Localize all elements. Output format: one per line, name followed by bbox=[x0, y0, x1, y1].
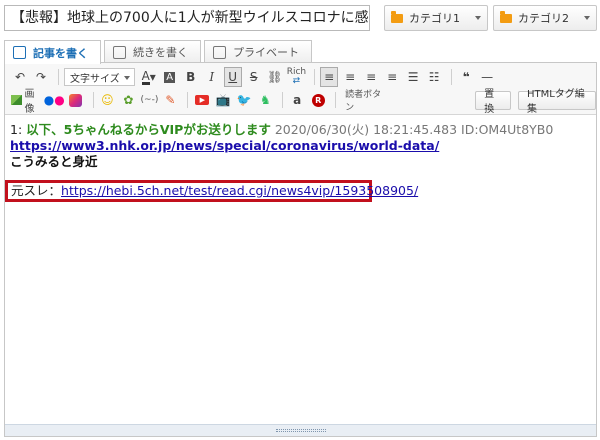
post-text: こうみると身近 bbox=[10, 154, 98, 169]
tab-write-article[interactable]: 記事を書く bbox=[4, 40, 101, 64]
chevron-down-icon bbox=[475, 16, 481, 20]
category2-select[interactable]: カテゴリ2 bbox=[493, 5, 597, 31]
evernote-icon[interactable]: ♞ bbox=[256, 90, 274, 110]
source-thread-link[interactable]: https://hebi.5ch.net/test/read.cgi/news4… bbox=[61, 183, 418, 199]
instagram-icon[interactable] bbox=[67, 90, 85, 110]
tab-private-label: プライベート bbox=[233, 46, 299, 59]
post-author-name: 以下、5ちゃんねるからVIPがお送りします bbox=[26, 122, 271, 137]
toolbar-divider bbox=[187, 92, 189, 108]
quote-icon[interactable]: ❝ bbox=[457, 67, 475, 87]
italic-icon[interactable]: I bbox=[203, 67, 221, 87]
align-left-icon[interactable]: ≡ bbox=[320, 67, 339, 87]
chevron-down-icon bbox=[584, 16, 590, 20]
post-number: 1: bbox=[10, 122, 23, 137]
image-label: 画像 bbox=[24, 89, 35, 115]
horizontal-rule-icon[interactable]: — bbox=[478, 67, 496, 87]
source-thread-box: 元スレ： https://hebi.5ch.net/test/read.cgi/… bbox=[5, 180, 418, 202]
title-input[interactable]: 【悲報】地球上の700人に1人が新型ウイルスコロナに感染 bbox=[4, 5, 370, 31]
image-icon bbox=[11, 95, 22, 105]
emoticon-icon[interactable]: (~-) bbox=[140, 90, 159, 110]
flickr-icon[interactable]: ● ● bbox=[44, 90, 65, 110]
align-right-icon[interactable]: ≡ bbox=[362, 67, 380, 87]
editor-toolbar: ↶ ↷ 文字サイズ A ▾ A B I U S ⛓ Rich ⇄ ≡ ≡ ≡ ≡ ☰… bbox=[5, 63, 597, 115]
folder-icon bbox=[500, 10, 512, 23]
rakuten-icon[interactable]: R bbox=[309, 90, 327, 110]
category1-select[interactable]: カテゴリ1 bbox=[384, 5, 488, 31]
twitter-icon[interactable]: 🐦 bbox=[235, 90, 253, 110]
bold-icon[interactable]: B bbox=[182, 67, 200, 87]
undo-icon[interactable]: ↶ bbox=[11, 67, 29, 87]
youtube-icon[interactable]: ▶ bbox=[193, 90, 211, 110]
toolbar-divider bbox=[282, 92, 284, 108]
editor-tabs: 記事を書く 続きを書く プライベート bbox=[4, 40, 315, 64]
category2-label: カテゴリ2 bbox=[518, 12, 569, 25]
category1-label: カテゴリ1 bbox=[409, 12, 460, 25]
post-link-line: https://www3.nhk.or.jp/news/special/coro… bbox=[10, 138, 591, 154]
text-color-icon[interactable]: A ▾ bbox=[140, 67, 158, 87]
folder-icon bbox=[391, 10, 403, 23]
bullet-list-icon[interactable]: ☰ bbox=[404, 67, 422, 87]
toolbar-divider bbox=[314, 69, 316, 85]
editor-content[interactable]: 1: 以下、5ちゃんねるからVIPがお送りします 2020/06/30(火) 1… bbox=[5, 116, 596, 424]
editor-frame: ↶ ↷ 文字サイズ A ▾ A B I U S ⛓ Rich ⇄ ≡ ≡ ≡ ≡ ☰… bbox=[4, 62, 597, 437]
toolbar-divider bbox=[92, 92, 94, 108]
draw-icon[interactable]: ✎ bbox=[161, 90, 179, 110]
align-justify-icon[interactable]: ≡ bbox=[383, 67, 401, 87]
pencil-icon bbox=[13, 46, 26, 59]
toolbar-row-2: 画像 ● ● ☺ ✿ (~-) ✎ ▶ 📺 🐦 ♞ a R 読者ボタン 置換 HT… bbox=[11, 89, 597, 115]
private-icon bbox=[213, 45, 226, 59]
toolbar-divider bbox=[58, 69, 59, 85]
sticker-icon[interactable]: ✿ bbox=[119, 90, 137, 110]
niconico-icon[interactable]: 📺 bbox=[214, 90, 232, 110]
edit-icon bbox=[113, 45, 126, 59]
grip-icon bbox=[275, 429, 326, 432]
link-icon[interactable]: ⛓ bbox=[266, 67, 284, 87]
align-center-icon[interactable]: ≡ bbox=[341, 67, 359, 87]
toolbar-divider bbox=[451, 69, 453, 85]
underline-icon[interactable]: U bbox=[223, 67, 242, 87]
tab-private[interactable]: プライベート bbox=[204, 40, 312, 63]
tab-continue-label: 続きを書く bbox=[133, 46, 188, 59]
replace-button[interactable]: 置換 bbox=[475, 89, 511, 115]
post-meta: 2020/06/30(火) 18:21:45.483 ID:OM4Ut8YB0 bbox=[274, 122, 554, 137]
font-size-select[interactable]: 文字サイズ bbox=[64, 68, 135, 86]
numbered-list-icon[interactable]: ☷ bbox=[425, 67, 443, 87]
toolbar-divider bbox=[335, 92, 337, 108]
amazon-icon[interactable]: a bbox=[288, 90, 306, 110]
resize-handle[interactable] bbox=[5, 424, 596, 436]
post-header: 1: 以下、5ちゃんねるからVIPがお送りします 2020/06/30(火) 1… bbox=[10, 122, 591, 138]
toolbar-row-1: ↶ ↷ 文字サイズ A ▾ A B I U S ⛓ Rich ⇄ ≡ ≡ ≡ ≡ ☰… bbox=[11, 66, 499, 88]
rich-link-icon[interactable]: Rich ⇄ bbox=[287, 67, 306, 87]
reader-button[interactable]: 読者ボタン bbox=[341, 90, 389, 113]
source-prefix: 元スレ： bbox=[11, 183, 62, 198]
background-color-icon[interactable]: A bbox=[161, 67, 179, 87]
redo-icon[interactable]: ↷ bbox=[32, 67, 50, 87]
image-button[interactable]: 画像 bbox=[11, 89, 42, 115]
post-link[interactable]: https://www3.nhk.or.jp/news/special/coro… bbox=[10, 138, 439, 153]
strikethrough-icon[interactable]: S bbox=[245, 67, 263, 87]
emoji-icon[interactable]: ☺ bbox=[98, 90, 116, 110]
html-edit-button[interactable]: HTMLタグ編集 bbox=[517, 89, 597, 115]
tab-continue[interactable]: 続きを書く bbox=[104, 40, 201, 63]
tab-write-article-label: 記事を書く bbox=[33, 46, 88, 60]
